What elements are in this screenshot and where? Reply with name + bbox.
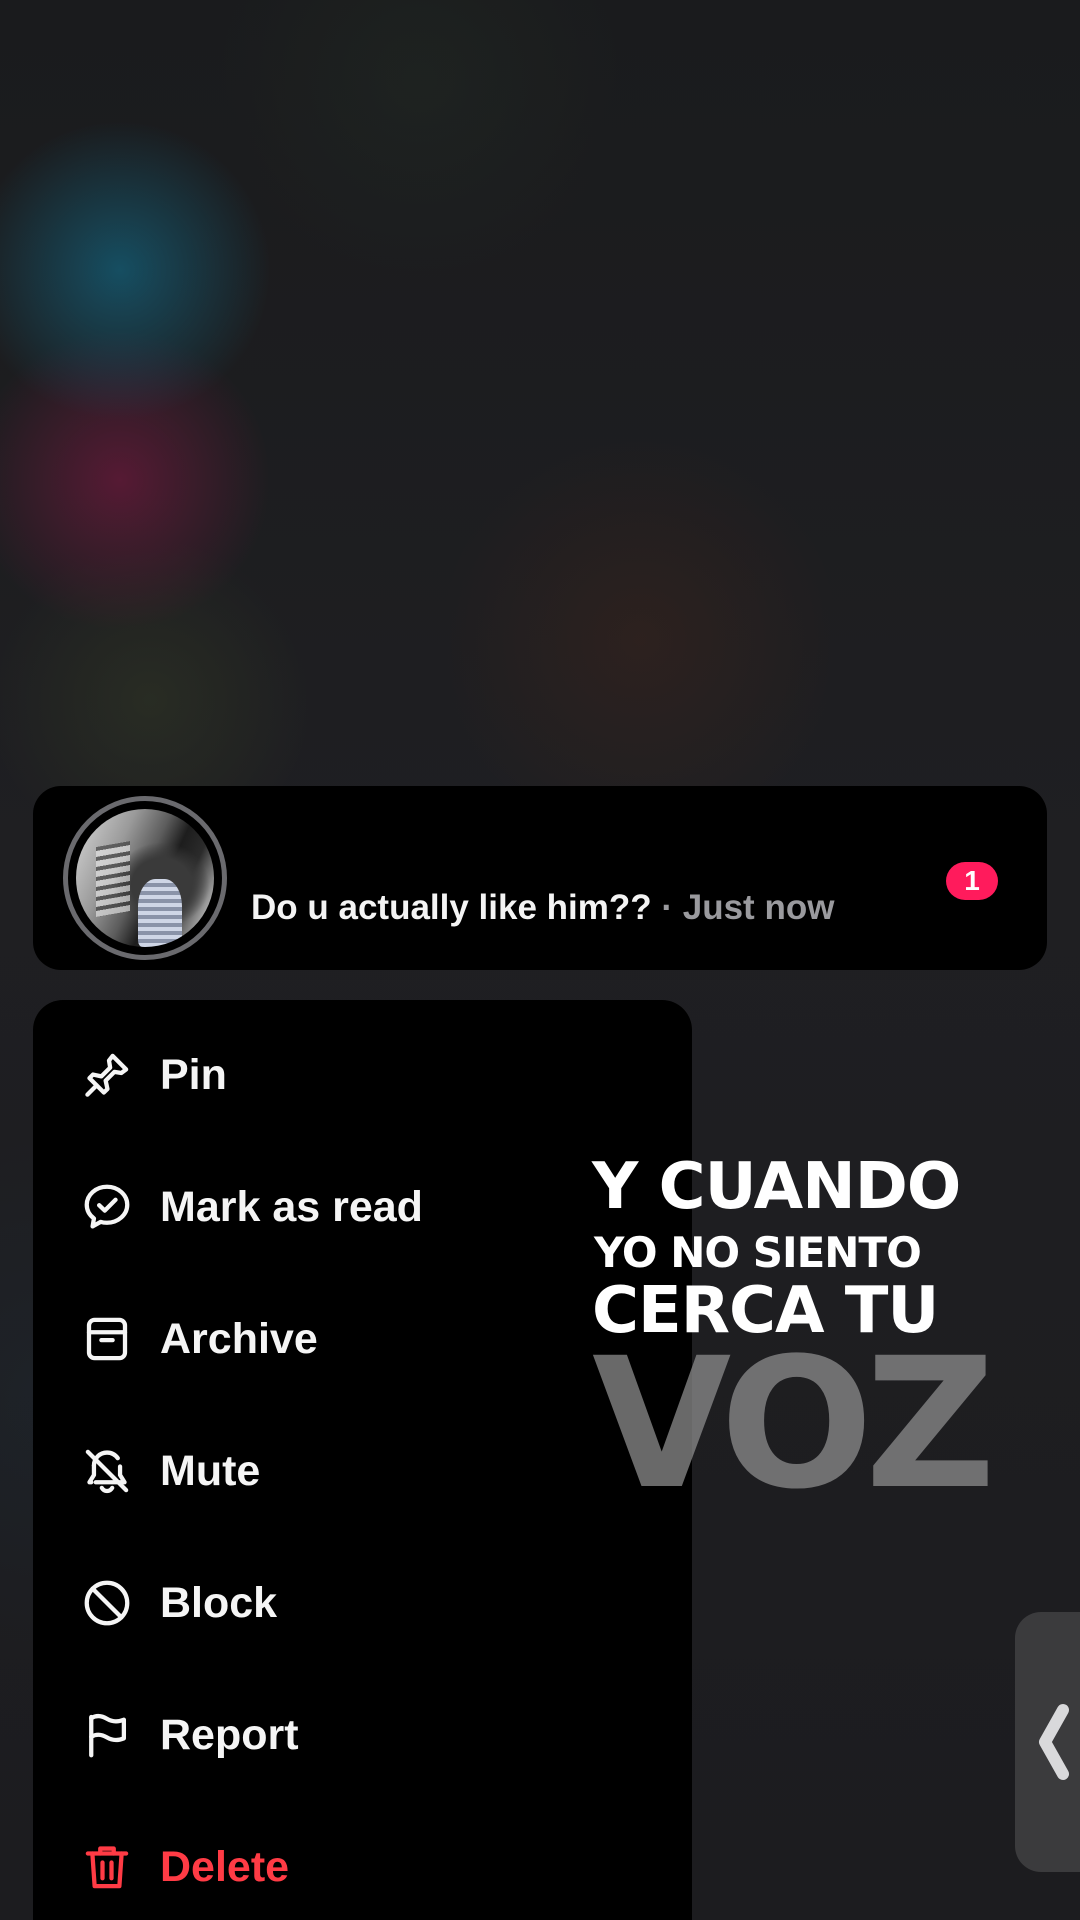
conversation-preview[interactable]: Do u actually like him?? · Just now 1 [33,786,1047,970]
archive-icon [80,1312,134,1366]
flag-icon [80,1708,134,1762]
menu-item-archive[interactable]: Archive [33,1289,692,1389]
separator-dot: · [651,888,683,927]
avatar [76,809,214,947]
trash-icon [80,1840,134,1894]
mark-read-icon [80,1180,134,1234]
menu-item-delete[interactable]: Delete [33,1817,692,1917]
menu-item-label: Pin [160,1050,227,1099]
menu-item-label: Block [160,1578,278,1627]
menu-item-label: Report [160,1710,299,1759]
menu-item-label: Mark as read [160,1182,423,1231]
menu-item-label: Mute [160,1446,261,1495]
unread-badge: 1 [946,862,998,900]
block-icon [80,1576,134,1630]
side-panel-handle[interactable] [1015,1612,1080,1872]
pin-icon [80,1048,134,1102]
screen: Do u actually like him?? · Just now 1 Pi… [0,0,1080,1920]
menu-item-label: Archive [160,1314,318,1363]
bell-off-icon [80,1444,134,1498]
last-message: Do u actually like him?? [251,888,652,927]
chevron-left-icon [1039,1704,1069,1780]
menu-item-mark-as-read[interactable]: Mark as read [33,1157,692,1257]
menu-item-mute[interactable]: Mute [33,1421,692,1521]
context-menu: Pin Mark as read Archive Mute Block Repo… [33,1000,692,1920]
menu-item-label: Delete [160,1842,290,1891]
message-time: Just now [682,888,835,927]
menu-item-block[interactable]: Block [33,1553,692,1653]
conversation-preview-text: Do u actually like him?? · Just now [251,886,834,930]
menu-item-pin[interactable]: Pin [33,1025,692,1125]
avatar-story-ring[interactable] [63,796,227,960]
menu-item-report[interactable]: Report [33,1685,692,1785]
